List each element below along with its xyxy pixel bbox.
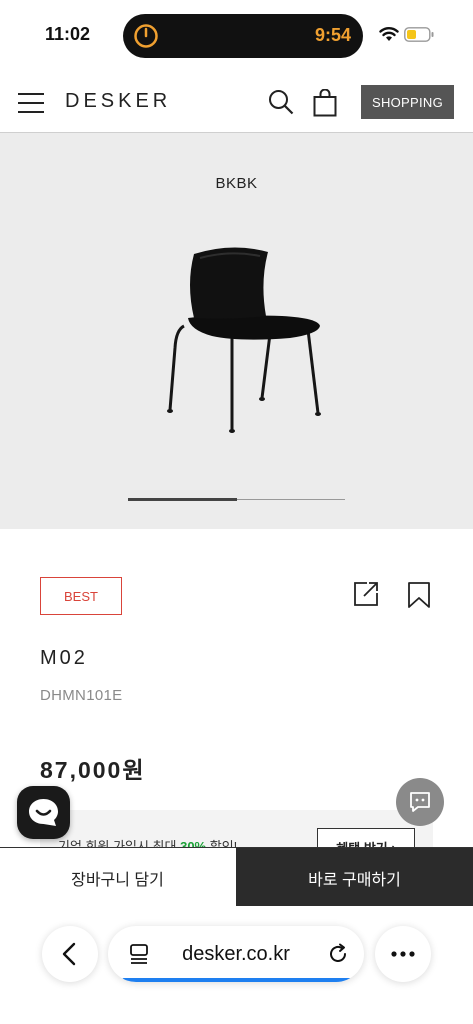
buy-now-button[interactable]: 바로 구매하기 — [236, 848, 473, 907]
shopping-button[interactable]: SHOPPING — [361, 85, 454, 119]
share-icon[interactable] — [353, 581, 379, 607]
purchase-action-bar: 장바구니 담기 바로 구매하기 — [0, 847, 473, 907]
best-badge: BEST — [40, 577, 122, 615]
more-options-button[interactable] — [375, 926, 431, 982]
chat-widget-button[interactable] — [17, 786, 70, 839]
battery-icon — [404, 27, 434, 42]
page-load-progress — [122, 978, 352, 982]
island-timer-text: 9:54 — [314, 25, 351, 45]
url-text: desker.co.kr — [182, 943, 290, 965]
add-to-cart-button[interactable]: 장바구니 담기 — [0, 848, 235, 907]
back-button[interactable] — [42, 926, 98, 982]
dynamic-island[interactable]: 9:54 — [123, 14, 363, 58]
search-icon[interactable] — [268, 89, 294, 115]
bookmark-icon[interactable] — [407, 581, 431, 609]
message-icon — [410, 792, 430, 812]
color-label: BKBK — [215, 175, 258, 192]
desker-logo[interactable]: DESKER — [65, 90, 171, 113]
chat-bubble-icon — [29, 799, 58, 826]
more-dots-icon — [391, 951, 415, 957]
shopping-bag-icon[interactable] — [313, 89, 337, 117]
address-bar[interactable]: desker.co.kr — [108, 926, 364, 982]
browser-toolbar: desker.co.kr — [0, 906, 473, 1024]
chevron-left-icon — [62, 942, 76, 966]
timer-icon — [134, 24, 158, 48]
status-time: 11:02 — [45, 24, 91, 44]
site-header: DESKER SHOPPING — [0, 72, 473, 133]
product-price: 87,000원 — [40, 757, 146, 783]
chair-image — [167, 247, 321, 433]
menu-icon[interactable] — [18, 92, 44, 114]
carousel-progress-fill — [128, 498, 237, 501]
product-code: DHMN101E — [40, 687, 123, 704]
talk-button[interactable] — [396, 778, 444, 826]
wifi-icon — [379, 27, 399, 41]
product-name: M02 — [40, 647, 88, 669]
reload-icon[interactable] — [327, 943, 349, 965]
product-image-carousel[interactable]: BKBK — [0, 133, 473, 529]
